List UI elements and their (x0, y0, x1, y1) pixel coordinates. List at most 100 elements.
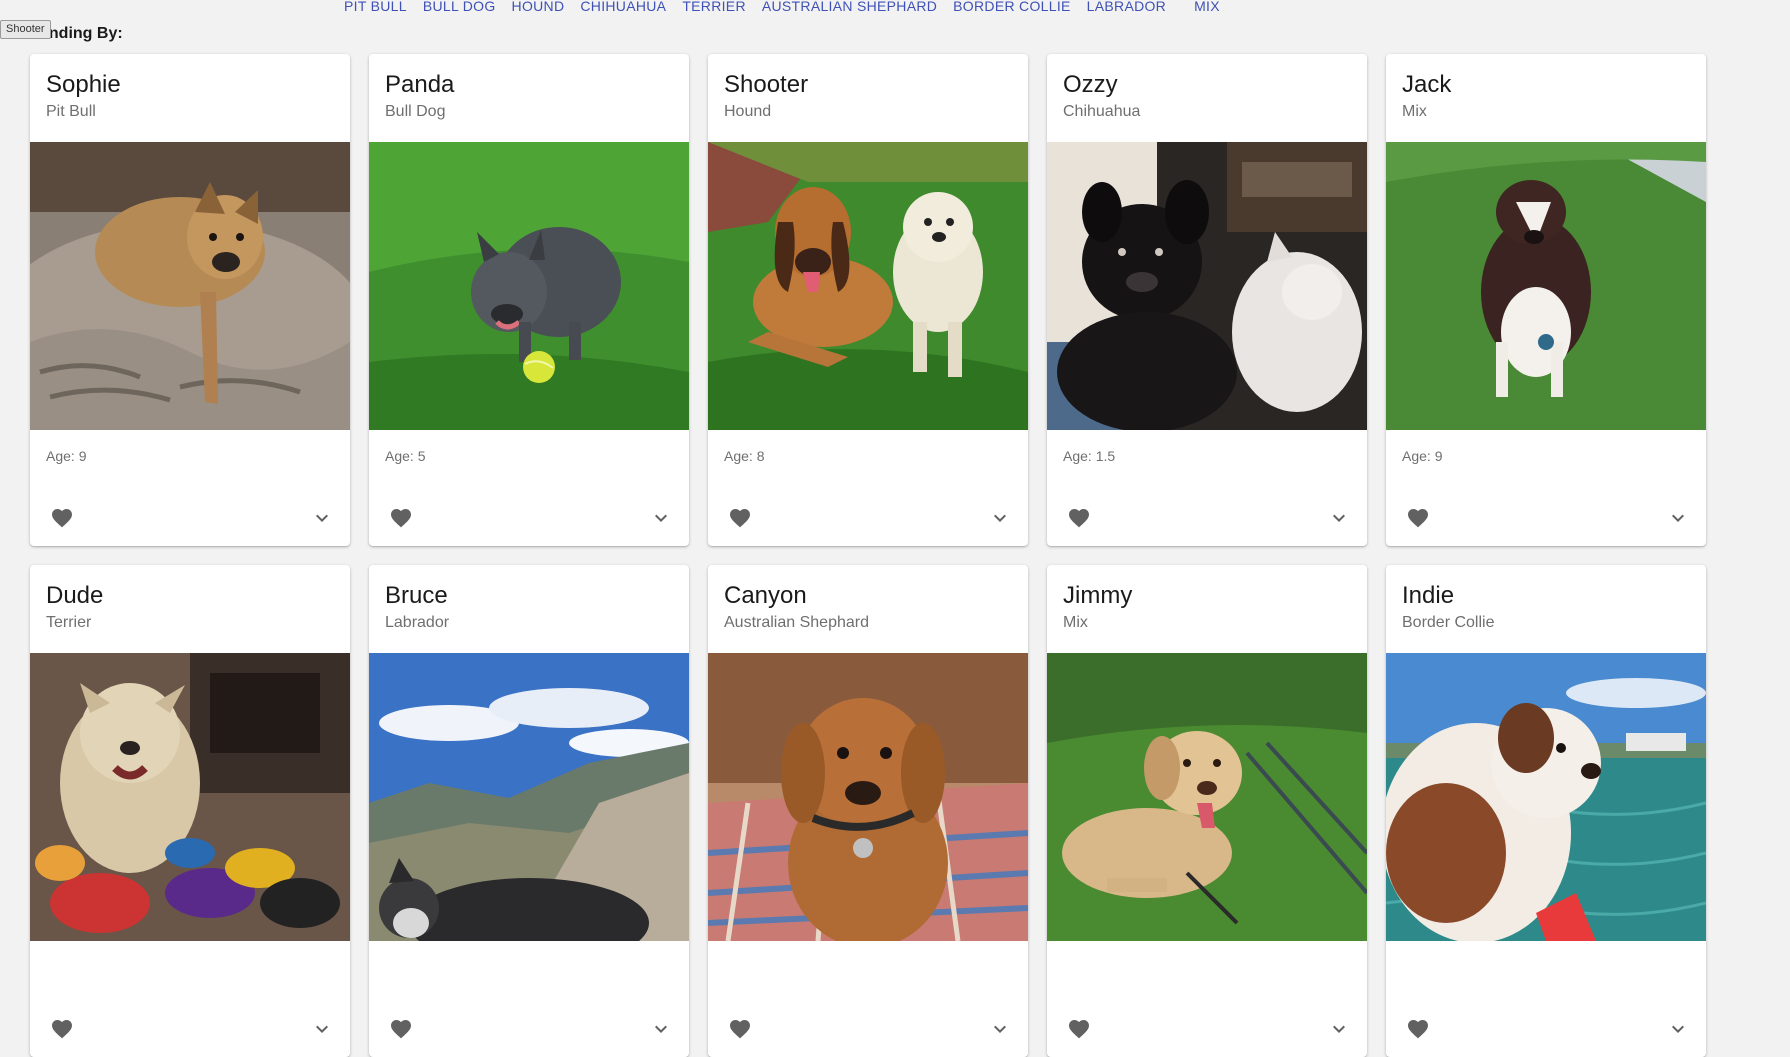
card-actions (708, 1001, 1028, 1057)
card-header: Bruce Labrador (369, 565, 689, 653)
dog-age: Age: 8 (724, 448, 765, 464)
card-actions (369, 1001, 689, 1057)
chevron-down-icon[interactable] (649, 506, 673, 530)
dog-breed: Labrador (385, 614, 450, 631)
dog-photo (30, 142, 350, 430)
dog-age (708, 941, 1028, 1003)
card-header: Shooter Hound (708, 54, 1028, 142)
dog-age (369, 941, 689, 1003)
heart-icon[interactable] (389, 1017, 413, 1041)
dog-age (1047, 941, 1367, 1003)
dog-age: Age: 9 (46, 448, 87, 464)
dog-name: Panda (385, 71, 455, 98)
dog-breed: Bull Dog (385, 103, 446, 120)
dog-breed: Border Collie (1402, 614, 1495, 631)
tooltip: Shooter (0, 20, 51, 39)
card-header: Panda Bull Dog (369, 54, 689, 142)
dog-breed: Chihuahua (1063, 103, 1141, 120)
dog-name: Bruce (385, 582, 448, 609)
heart-icon[interactable] (728, 506, 752, 530)
card-actions (1386, 1001, 1706, 1057)
dog-card: Ozzy Chihuahua Age: 1.5 (1047, 54, 1367, 546)
dog-photo (1047, 653, 1367, 941)
card-actions (708, 490, 1028, 546)
dog-name: Jack (1402, 71, 1452, 98)
chevron-down-icon[interactable] (1327, 506, 1351, 530)
filter-bull-dog[interactable]: BULL DOG (423, 0, 496, 13)
dog-card: Jimmy Mix (1047, 565, 1367, 1057)
chevron-down-icon[interactable] (1666, 1017, 1690, 1041)
chevron-down-icon[interactable] (1666, 506, 1690, 530)
heart-icon[interactable] (50, 1017, 74, 1041)
dog-photo (708, 653, 1028, 941)
dog-breed: Terrier (46, 614, 92, 631)
card-actions (30, 1001, 350, 1057)
dog-card: Canyon Australian Shephard (708, 565, 1028, 1057)
chevron-down-icon[interactable] (988, 506, 1012, 530)
dog-photo (369, 142, 689, 430)
dog-card: Shooter Hound Age: 8 (708, 54, 1028, 546)
dog-card: Sophie Pit Bull Age: 9 (30, 54, 350, 546)
filter-chihuahua[interactable]: CHIHUAHUA (580, 0, 666, 13)
heart-icon[interactable] (1067, 506, 1091, 530)
dog-photo (369, 653, 689, 941)
chevron-down-icon[interactable] (310, 506, 334, 530)
dog-photo (1047, 142, 1367, 430)
heart-icon[interactable] (50, 506, 74, 530)
breed-filter-bar: PIT BULL BULL DOG HOUND CHIHUAHUA TERRIE… (344, 0, 1236, 16)
card-actions (1047, 490, 1367, 546)
dog-card: Jack Mix Age: 9 (1386, 54, 1706, 546)
chevron-down-icon[interactable] (1327, 1017, 1351, 1041)
heart-icon[interactable] (1067, 1017, 1091, 1041)
dog-age: Age: 9 (1402, 448, 1443, 464)
dog-card: Bruce Labrador (369, 565, 689, 1057)
chevron-down-icon[interactable] (988, 1017, 1012, 1041)
dog-name: Canyon (724, 582, 807, 609)
card-header: Indie Border Collie (1386, 565, 1706, 653)
dog-card-grid: Sophie Pit Bull Age: 9 Panda Bull Dog Ag… (30, 54, 1706, 1057)
chevron-down-icon[interactable] (310, 1017, 334, 1041)
dog-name: Indie (1402, 582, 1455, 609)
heart-icon[interactable] (1406, 1017, 1430, 1041)
dog-card: Indie Border Collie (1386, 565, 1706, 1057)
filter-hound[interactable]: HOUND (512, 0, 565, 13)
dog-name: Sophie (46, 71, 121, 98)
dog-photo (708, 142, 1028, 430)
dog-breed: Mix (1063, 614, 1088, 631)
card-header: Jack Mix (1386, 54, 1706, 142)
filter-australian-shephard[interactable]: AUSTRALIAN SHEPHARD (762, 0, 937, 13)
card-header: Ozzy Chihuahua (1047, 54, 1367, 142)
filter-labrador[interactable]: LABRADOR (1087, 0, 1166, 13)
card-header: Jimmy Mix (1047, 565, 1367, 653)
dog-name: Dude (46, 582, 104, 609)
card-header: Canyon Australian Shephard (708, 565, 1028, 653)
heart-icon[interactable] (389, 506, 413, 530)
dog-breed: Mix (1402, 103, 1427, 120)
card-actions (1386, 490, 1706, 546)
chevron-down-icon[interactable] (649, 1017, 673, 1041)
card-actions (1047, 1001, 1367, 1057)
card-actions (30, 490, 350, 546)
dog-age: Age: 5 (385, 448, 426, 464)
dog-photo (1386, 142, 1706, 430)
dog-age (30, 941, 350, 1003)
dog-card: Dude Terrier (30, 565, 350, 1057)
dog-card: Panda Bull Dog Age: 5 (369, 54, 689, 546)
heart-icon[interactable] (728, 1017, 752, 1041)
filter-border-collie[interactable]: BORDER COLLIE (953, 0, 1071, 13)
dog-photo (1386, 653, 1706, 941)
card-header: Dude Terrier (30, 565, 350, 653)
dog-name: Jimmy (1063, 582, 1133, 609)
dog-breed: Hound (724, 103, 772, 120)
card-actions (369, 490, 689, 546)
filter-terrier[interactable]: TERRIER (682, 0, 746, 13)
dog-photo (30, 653, 350, 941)
dog-breed: Pit Bull (46, 103, 96, 120)
filter-pit-bull[interactable]: PIT BULL (344, 0, 407, 13)
dog-breed: Australian Shephard (724, 614, 869, 631)
heart-icon[interactable] (1406, 506, 1430, 530)
dog-age (1386, 941, 1706, 1003)
filter-mix[interactable]: MIX (1194, 0, 1220, 13)
card-header: Sophie Pit Bull (30, 54, 350, 142)
dog-name: Ozzy (1063, 71, 1118, 98)
